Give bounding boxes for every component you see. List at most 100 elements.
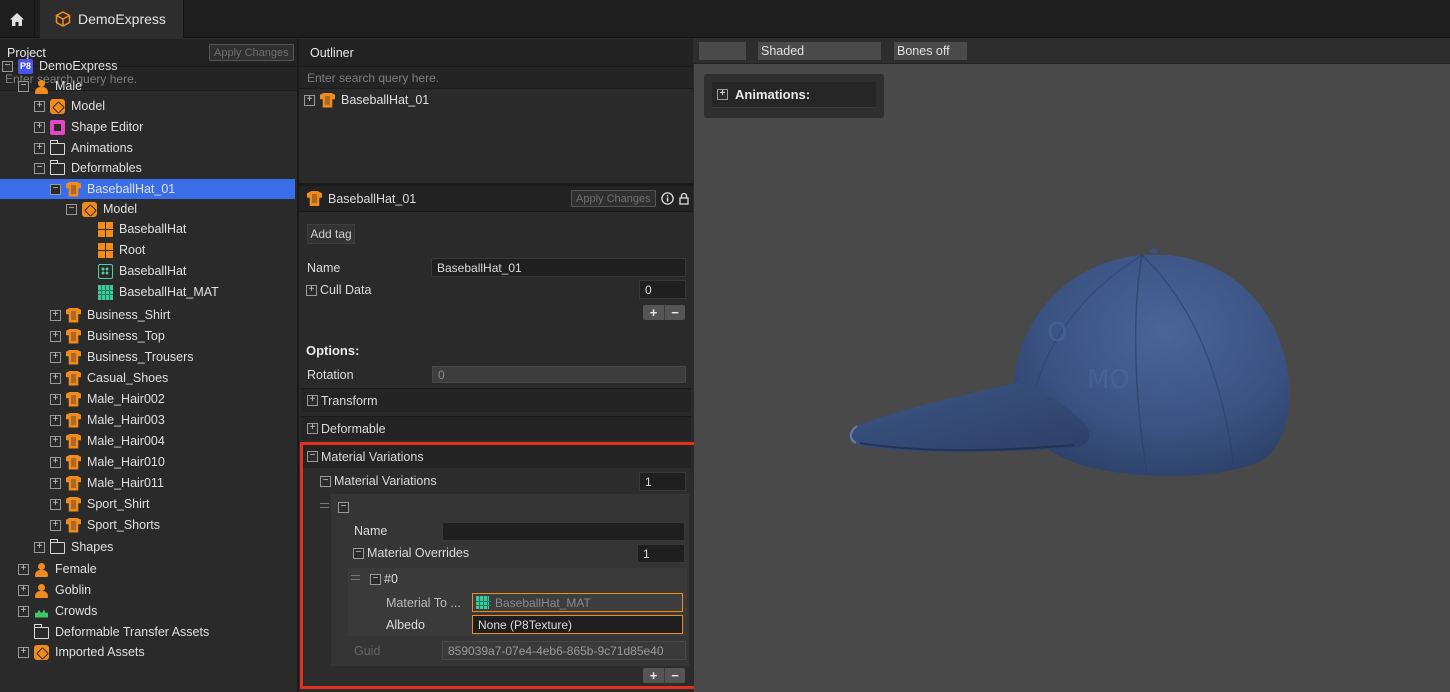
- tree-item[interactable]: + Casual_Shoes: [0, 368, 168, 388]
- transform-section[interactable]: + Transform: [301, 388, 691, 412]
- expand-icon[interactable]: +: [306, 284, 317, 296]
- tree-item[interactable]: + Goblin: [0, 580, 91, 600]
- animations-row[interactable]: + Animations:: [712, 82, 876, 108]
- collapse-icon[interactable]: −: [18, 80, 29, 92]
- tree-item[interactable]: + Sport_Shorts: [0, 515, 160, 535]
- tree-item[interactable]: + Imported Assets: [0, 642, 145, 662]
- expand-icon[interactable]: +: [34, 142, 45, 154]
- baseball-cap-model[interactable]: O MO: [842, 243, 1312, 503]
- expand-icon[interactable]: +: [50, 435, 61, 447]
- drag-handle-icon[interactable]: [320, 503, 329, 508]
- expand-icon[interactable]: +: [50, 351, 61, 363]
- tree-item[interactable]: − Model: [0, 199, 137, 219]
- drag-handle-icon[interactable]: [351, 575, 360, 580]
- material-to-field[interactable]: BaseballHat_MAT: [472, 593, 683, 612]
- tree-item[interactable]: + Model: [0, 96, 105, 116]
- bones-toggle[interactable]: Bones off: [894, 42, 967, 60]
- tree-item[interactable]: − Deformables: [0, 158, 142, 178]
- collapse-icon[interactable]: −: [370, 573, 381, 585]
- material-variations-row[interactable]: − Material Variations: [320, 474, 437, 488]
- lock-icon[interactable]: [679, 192, 689, 205]
- collapse-icon[interactable]: −: [320, 475, 331, 487]
- expand-icon[interactable]: +: [50, 372, 61, 384]
- expand-icon[interactable]: +: [50, 498, 61, 510]
- expand-icon[interactable]: +: [18, 563, 29, 575]
- collapse-icon[interactable]: −: [2, 60, 13, 72]
- collapse-icon[interactable]: −: [66, 203, 77, 215]
- material-variations-count[interactable]: 1: [639, 472, 686, 491]
- tree-item[interactable]: − BaseballHat_01: [0, 179, 295, 199]
- collapse-icon[interactable]: −: [34, 162, 45, 174]
- tree-item[interactable]: BaseballHat: [0, 219, 186, 239]
- tab-demoexpress[interactable]: DemoExpress: [40, 0, 184, 38]
- albedo-field[interactable]: None (P8Texture): [472, 615, 683, 634]
- tree-item[interactable]: + Shape Editor: [0, 117, 143, 137]
- camera-dropdown[interactable]: [699, 42, 746, 60]
- home-button[interactable]: [0, 0, 35, 38]
- add-button[interactable]: +: [643, 305, 664, 320]
- override-index-row[interactable]: − #0: [370, 572, 398, 586]
- tree-item[interactable]: + Animations: [0, 138, 133, 158]
- expand-icon[interactable]: +: [50, 414, 61, 426]
- tree-item[interactable]: + Crowds: [0, 601, 97, 621]
- collapse-icon[interactable]: −: [338, 502, 349, 513]
- expand-icon[interactable]: +: [304, 94, 315, 106]
- tree-item[interactable]: + Male_Hair002: [0, 389, 165, 409]
- tree-item[interactable]: + Business_Shirt: [0, 305, 170, 325]
- cull-data-count[interactable]: 0: [639, 280, 686, 299]
- tree-item[interactable]: + Business_Top: [0, 326, 165, 346]
- name-field[interactable]: BaseballHat_01: [431, 258, 686, 277]
- expand-icon[interactable]: +: [18, 584, 29, 596]
- tree-item[interactable]: + Male_Hair003: [0, 410, 165, 430]
- outliner-item[interactable]: + BaseballHat_01: [304, 90, 429, 110]
- expand-icon[interactable]: +: [717, 89, 728, 100]
- add-tag-button[interactable]: Add tag: [307, 224, 355, 244]
- material-overrides-count[interactable]: 1: [637, 544, 685, 563]
- cull-data-row[interactable]: + Cull Data: [306, 283, 371, 297]
- tree-item[interactable]: BaseballHat_MAT: [0, 282, 219, 302]
- collapse-icon[interactable]: −: [307, 451, 318, 462]
- outliner-search-input[interactable]: Enter search query here.: [299, 67, 693, 89]
- tree-item[interactable]: − P8 DemoExpress: [0, 56, 118, 76]
- deformable-section[interactable]: + Deformable: [301, 416, 691, 440]
- tree-item[interactable]: BaseballHat: [0, 261, 186, 281]
- inspector-apply-changes-button[interactable]: Apply Changes: [571, 190, 656, 207]
- rotation-field[interactable]: 0: [432, 366, 686, 383]
- tree-item[interactable]: + Shapes: [0, 537, 113, 557]
- material-overrides-row[interactable]: − Material Overrides: [353, 546, 469, 560]
- tree-item[interactable]: + Female: [0, 559, 97, 579]
- tree-item[interactable]: + Male_Hair011: [0, 473, 164, 493]
- info-icon[interactable]: [661, 192, 674, 205]
- expand-icon[interactable]: +: [34, 100, 45, 112]
- remove-button[interactable]: −: [664, 668, 685, 683]
- collapse-icon[interactable]: −: [50, 183, 61, 195]
- expand-icon[interactable]: +: [50, 309, 61, 321]
- expand-icon[interactable]: +: [50, 330, 61, 342]
- tree-item[interactable]: Root: [0, 240, 145, 260]
- expand-icon[interactable]: +: [50, 477, 61, 489]
- shading-dropdown[interactable]: Shaded: [758, 42, 881, 60]
- collapse-icon[interactable]: −: [353, 547, 364, 559]
- scene-viewport[interactable]: Shaded Bones off + Animations: O MO: [694, 38, 1450, 692]
- expand-icon[interactable]: +: [34, 121, 45, 133]
- expand-icon[interactable]: +: [18, 605, 29, 617]
- expand-icon[interactable]: +: [50, 393, 61, 405]
- expand-icon[interactable]: +: [307, 423, 318, 434]
- expand-icon[interactable]: +: [34, 541, 45, 553]
- material-variations-section[interactable]: − Material Variations: [301, 444, 691, 468]
- tree-item[interactable]: − Male: [0, 76, 82, 96]
- expand-icon[interactable]: +: [18, 646, 29, 658]
- tree-item[interactable]: + Sport_Shirt: [0, 494, 150, 514]
- tree-item[interactable]: + Male_Hair010: [0, 452, 165, 472]
- project-apply-changes-button[interactable]: Apply Changes: [209, 44, 294, 61]
- expand-icon[interactable]: +: [50, 519, 61, 531]
- remove-button[interactable]: −: [664, 305, 685, 320]
- entry-name-field[interactable]: [442, 522, 685, 541]
- expand-icon[interactable]: +: [50, 456, 61, 468]
- expand-icon[interactable]: +: [307, 395, 318, 406]
- guid-field[interactable]: 859039a7-07e4-4eb6-865b-9c71d85e40: [442, 641, 686, 660]
- tree-item[interactable]: + Male_Hair004: [0, 431, 165, 451]
- tree-item[interactable]: + Business_Trousers: [0, 347, 194, 367]
- tree-item[interactable]: Deformable Transfer Assets: [0, 622, 209, 642]
- add-button[interactable]: +: [643, 668, 664, 683]
